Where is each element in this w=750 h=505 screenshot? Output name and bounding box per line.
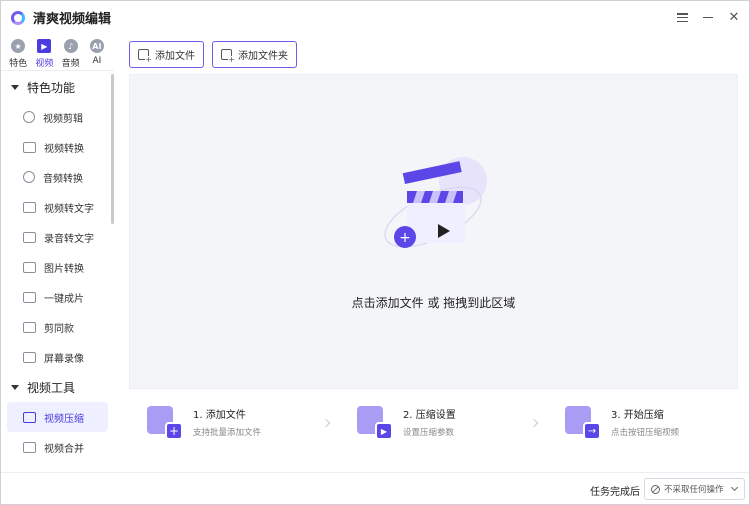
- hamburger-icon: [676, 13, 688, 22]
- toolbar: 添加文件 添加文件夹: [129, 41, 297, 68]
- sidebar-item-label: 视频剪辑: [43, 113, 83, 125]
- video-to-text-icon: [23, 201, 36, 213]
- tab-label: 音频: [61, 59, 80, 69]
- sidebar-item-video-to-text[interactable]: 视频转文字: [1, 192, 114, 222]
- section-video-tools-header[interactable]: 视频工具: [1, 372, 114, 402]
- sidebar-item-video-compress[interactable]: 视频压缩: [7, 402, 108, 432]
- start-compress-step-icon: →: [565, 404, 601, 440]
- add-file-icon: [138, 49, 152, 64]
- caret-down-icon: [11, 84, 19, 90]
- clapperboard-illustration-icon: +: [384, 157, 487, 248]
- step-title: 3. 开始压缩: [611, 410, 664, 421]
- caret-down-icon: [11, 384, 19, 390]
- tab-video[interactable]: ▶ 视频: [32, 35, 56, 70]
- svg-text:+: +: [399, 230, 411, 246]
- sidebar-item-label: 图片转换: [44, 263, 84, 275]
- add-folder-icon: [221, 49, 235, 64]
- app-title: 清爽视频编辑: [33, 12, 112, 27]
- audio-icon: ♪: [63, 39, 78, 53]
- chevron-right-icon: [321, 418, 331, 428]
- sidebar-item-image-convert[interactable]: 图片转换: [1, 252, 114, 282]
- sidebar-item-label: 视频转文字: [44, 203, 94, 215]
- video-merge-icon: [23, 441, 36, 453]
- video-icon: ▶: [37, 39, 52, 53]
- after-completion-label: 任务完成后: [590, 487, 640, 498]
- sidebar-item-video-edit[interactable]: 视频剪辑: [1, 102, 114, 132]
- template-icon: [23, 321, 36, 333]
- steps-bar: + 1. 添加文件 支持批量添加文件 ▶ 2. 压缩设置 设置压缩参数 → 3.…: [129, 396, 738, 458]
- minimize-icon: [703, 16, 713, 19]
- menu-button[interactable]: [675, 11, 689, 25]
- sidebar-item-label: 视频转换: [44, 143, 84, 155]
- tab-features[interactable]: ★ 特色: [6, 35, 30, 70]
- chevron-right-icon: [529, 418, 539, 428]
- add-folder-button[interactable]: 添加文件夹: [212, 41, 297, 68]
- drop-zone-hint: 点击添加文件 或 拖拽到此区域: [351, 296, 516, 310]
- sidebar-item-label: 录音转文字: [44, 233, 94, 245]
- tab-label: 特色: [9, 59, 28, 69]
- step-add-file: + 1. 添加文件 支持批量添加文件: [147, 404, 261, 440]
- sidebar-item-screen-record[interactable]: 屏幕录像: [1, 342, 114, 372]
- step-subtitle: 点击按钮压缩视频: [611, 428, 680, 438]
- audio-to-text-icon: [23, 231, 36, 243]
- image-icon: [23, 261, 36, 273]
- sidebar-item-label: 视频压缩: [44, 413, 84, 425]
- sidebar-item-label: 音频转换: [43, 173, 83, 185]
- microphone-icon: [23, 171, 35, 183]
- sidebar-item-label: 一键成片: [44, 293, 84, 305]
- star-icon: ★: [11, 39, 26, 53]
- sidebar-item-video-merge[interactable]: 视频合并: [1, 432, 114, 462]
- ai-icon: AI: [89, 39, 104, 53]
- add-folder-label: 添加文件夹: [238, 51, 288, 62]
- sidebar-item-audio-convert[interactable]: 音频转换: [1, 162, 114, 192]
- video-convert-icon: [23, 141, 36, 153]
- app-window: 清爽视频编辑 ✕ ★ 特色 ▶ 视频 ♪ 音频 AI AI 特色功能 视频剪辑 …: [0, 0, 750, 505]
- video-compress-icon: [23, 411, 36, 423]
- step-title: 1. 添加文件: [193, 410, 246, 421]
- sidebar-item-label: 剪同款: [44, 323, 74, 335]
- step-start-compress: → 3. 开始压缩 点击按钮压缩视频: [565, 404, 679, 440]
- add-file-button[interactable]: 添加文件: [129, 41, 204, 68]
- minimize-button[interactable]: [701, 11, 715, 25]
- section-label: 视频工具: [27, 380, 76, 395]
- screen-record-icon: [23, 351, 36, 363]
- chevron-down-icon: [730, 483, 739, 492]
- sidebar-scrollbar[interactable]: [111, 74, 114, 224]
- app-logo-icon: [11, 10, 25, 25]
- sidebar: 特色功能 视频剪辑 视频转换 音频转换 视频转文字 录音转文字 图片转换 一键成…: [1, 72, 114, 472]
- section-label: 特色功能: [27, 80, 76, 95]
- title-bar: 清爽视频编辑 ✕: [1, 1, 749, 34]
- video-edit-icon: [23, 111, 35, 123]
- step-subtitle: 设置压缩参数: [403, 428, 455, 438]
- tab-ai[interactable]: AI AI: [85, 35, 109, 70]
- after-completion-value: 不采取任何操作: [664, 485, 724, 495]
- after-completion-select[interactable]: 不采取任何操作: [644, 478, 745, 500]
- close-icon: ✕: [728, 10, 740, 25]
- status-bar: 任务完成后 不采取任何操作: [1, 472, 749, 505]
- window-controls: ✕: [675, 1, 741, 34]
- step-title: 2. 压缩设置: [403, 410, 456, 421]
- step-subtitle: 支持批量添加文件: [193, 428, 262, 438]
- drop-zone[interactable]: + 点击添加文件 或 拖拽到此区域: [129, 74, 738, 389]
- tab-label: 视频: [35, 59, 54, 69]
- one-click-video-icon: [23, 291, 36, 303]
- mode-tabs: ★ 特色 ▶ 视频 ♪ 音频 AI AI: [1, 35, 114, 71]
- sidebar-item-audio-to-text[interactable]: 录音转文字: [1, 222, 114, 252]
- sidebar-item-label: 屏幕录像: [44, 353, 84, 365]
- sidebar-item-template[interactable]: 剪同款: [1, 312, 114, 342]
- section-features-header[interactable]: 特色功能: [1, 72, 114, 102]
- tab-audio[interactable]: ♪ 音频: [59, 35, 83, 70]
- add-file-step-icon: +: [147, 404, 183, 440]
- compress-settings-step-icon: ▶: [357, 404, 393, 440]
- no-action-icon: [651, 484, 660, 494]
- tab-label: AI: [92, 56, 102, 66]
- sidebar-item-label: 视频合并: [44, 443, 84, 455]
- sidebar-item-video-convert[interactable]: 视频转换: [1, 132, 114, 162]
- close-button[interactable]: ✕: [727, 10, 741, 25]
- sidebar-item-one-click[interactable]: 一键成片: [1, 282, 114, 312]
- add-file-label: 添加文件: [155, 51, 195, 62]
- step-compress-settings: ▶ 2. 压缩设置 设置压缩参数: [357, 404, 456, 440]
